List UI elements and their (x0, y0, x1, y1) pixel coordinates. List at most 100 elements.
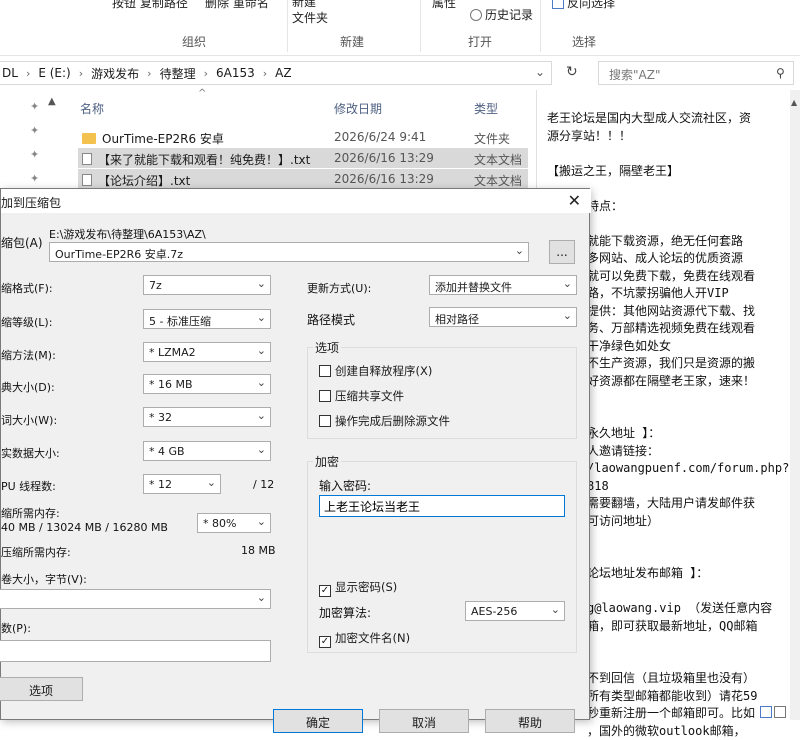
column-header-name[interactable]: 名称 (80, 100, 104, 117)
level-select[interactable]: 5 - 标准压缩⌄ (143, 309, 271, 329)
dict-value: * 16 MB (149, 378, 193, 391)
breadcrumb-pending[interactable]: 待整理 (160, 65, 196, 82)
file-name: OurTime-EP2R6 安卓 (102, 132, 224, 146)
file-name: 【来了就能下载和观看！纯免费！】.txt (98, 153, 310, 167)
refresh-icon[interactable]: ↻ (566, 64, 578, 80)
delete-after-checkbox[interactable]: 操作完成后删除源文件 (319, 413, 450, 429)
ribbon-divider (420, 0, 421, 52)
preview-line: 提供：其他网站资源代下载、找 (587, 303, 755, 321)
checkbox-unchecked-icon (319, 365, 331, 377)
password-input[interactable] (319, 495, 565, 517)
decomp-label: 压缩所需内存: (1, 544, 71, 560)
options-button[interactable]: 选项 (0, 677, 83, 701)
list-view-icon[interactable] (774, 706, 786, 718)
search-icon[interactable]: ⚲ (776, 66, 785, 80)
preview-line: 论坛地址发布邮箱 】： (587, 565, 708, 583)
address-bar[interactable]: DL› E (E:)› 游戏发布› 待整理› 6A153› AZ ⌄ (0, 61, 552, 85)
breadcrumb-az[interactable]: AZ (275, 66, 291, 80)
chevron-right-icon: › (147, 67, 151, 80)
preview-line: 多网站、成人论坛的优质资源 (587, 250, 743, 268)
file-row[interactable]: 【论坛介绍】.txt 2026/6/16 13:29 文本文档 (78, 169, 528, 189)
cpu-select[interactable]: * 12⌄ (143, 474, 221, 494)
chevron-down-icon[interactable]: ⌄ (515, 244, 524, 257)
file-date: 2026/6/16 13:29 (334, 151, 434, 165)
mem-label: 缩所需内存: (1, 505, 60, 521)
sort-up-icon: ^ (198, 88, 206, 99)
breadcrumb-games[interactable]: 游戏发布 (91, 65, 139, 82)
file-row[interactable]: OurTime-EP2R6 安卓 2026/6/24 9:41 文件夹 (78, 127, 528, 147)
method-value: * LZMA2 (149, 346, 196, 359)
chevron-down-icon[interactable]: ⌄ (535, 65, 545, 79)
encrypt-names-checkbox[interactable]: ✓加密文件名(N) (319, 630, 410, 648)
shared-checkbox[interactable]: 压缩共享文件 (319, 388, 404, 404)
preview-line: 就能下载资源，绝无任何套路 (587, 233, 743, 251)
preview-line: 务、万部精选视频免费在线观看 (587, 320, 755, 338)
ok-button[interactable]: 确定 (273, 709, 363, 733)
mem-pct-select[interactable]: * 80%⌄ (197, 513, 271, 533)
chevron-down-icon: ⌄ (257, 344, 266, 357)
shared-label: 压缩共享文件 (335, 389, 404, 403)
mem-pct-value: * 80% (203, 517, 236, 530)
file-date: 2026/6/24 9:41 (334, 130, 426, 144)
options-group-title: 选项 (313, 339, 341, 356)
word-label: 词大小(W): (1, 412, 57, 428)
chevron-down-icon: ⌄ (257, 409, 266, 422)
update-select[interactable]: 添加并替换文件⌄ (429, 275, 577, 295)
word-select[interactable]: * 32⌄ (143, 407, 271, 427)
chevron-down-icon: ⌄ (257, 277, 266, 290)
ribbon-delete-rename[interactable]: 删除 重命名 (205, 0, 269, 11)
details-view-icon[interactable] (760, 706, 772, 718)
column-header-type[interactable]: 类型 (474, 100, 498, 117)
method-select[interactable]: * LZMA2 ⌄ (143, 342, 271, 362)
volume-select[interactable]: ⌄ (0, 589, 271, 609)
chevron-right-icon: › (204, 67, 208, 80)
chevron-right-icon: › (79, 67, 83, 80)
breadcrumb-dl[interactable]: DL (2, 66, 18, 80)
preview-line: 所有类型邮箱都能收到）请花59 (587, 688, 757, 706)
folder-icon (82, 133, 96, 144)
file-name: 【论坛介绍】.txt (98, 174, 190, 188)
ribbon-invert-selection[interactable]: 反向选择 (552, 0, 615, 11)
archive-name-combo[interactable]: OurTime-EP2R6 安卓.7z ⌄ (49, 242, 529, 262)
ribbon-history[interactable]: 历史记录 (470, 6, 533, 23)
preview-scrollbar[interactable]: ▲ (790, 90, 800, 720)
file-list: ✦ ✦ ✦ ✦ ▲ ^ 名称 修改日期 类型 OurTime-EP2R6 安卓 … (0, 90, 536, 200)
scroll-up-icon[interactable]: ▲ (48, 96, 56, 107)
solid-label: 实数据大小: (1, 445, 60, 461)
search-input[interactable]: 搜索"AZ" (598, 61, 794, 85)
column-header-date[interactable]: 修改日期 (334, 100, 382, 117)
checkbox-unchecked-icon (319, 390, 331, 402)
ribbon-new-folder[interactable]: 新建 文件夹 (292, 0, 328, 26)
show-password-checkbox[interactable]: ✓显示密码(S) (319, 579, 397, 597)
view-toggle[interactable] (760, 706, 790, 720)
scroll-up-icon[interactable]: ▲ (791, 98, 797, 107)
cpu-value: * 12 (149, 478, 172, 491)
breadcrumb-drive[interactable]: E (E:) (38, 66, 70, 80)
ribbon-properties[interactable]: 属性 (432, 0, 456, 11)
format-select[interactable]: 7z⌄ (143, 275, 271, 295)
preview-line: 就可以免费下载，免费在线观看 (587, 268, 755, 286)
browse-button[interactable]: ... (549, 240, 575, 264)
preview-line: 不生产资源，我们只是资源的搬 (587, 355, 755, 373)
chevron-down-icon: ⌄ (257, 376, 266, 389)
show-password-label: 显示密码(S) (335, 580, 397, 594)
preview-line: ，国外的微软outlook邮箱， (587, 723, 746, 740)
close-icon[interactable]: ✕ (568, 191, 581, 210)
solid-select[interactable]: * 4 GB⌄ (143, 441, 271, 461)
cpu-total: / 12 (253, 478, 274, 491)
cancel-button[interactable]: 取消 (379, 709, 469, 733)
preview-line: 永久地址 】： (587, 425, 660, 443)
encryption-group-title: 加密 (313, 453, 341, 470)
ribbon-group-organize: 组织 (182, 33, 206, 50)
ribbon-copy-path[interactable]: 按钮 复制路径 (112, 0, 188, 11)
pathmode-select[interactable]: 相对路径⌄ (429, 307, 577, 327)
file-row[interactable]: 【来了就能下载和观看！纯免费！】.txt 2026/6/16 13:29 文本文… (78, 148, 528, 168)
dialog-title-bar[interactable]: 加到压缩包 ✕ (1, 189, 591, 213)
sfx-checkbox[interactable]: 创建自释放程序(X) (319, 363, 432, 379)
enc-method-select[interactable]: AES-256⌄ (465, 601, 565, 621)
breadcrumb-6a153[interactable]: 6A153 (216, 66, 255, 80)
params-input[interactable] (0, 640, 271, 662)
archive-label: 缩包(A) (1, 234, 43, 251)
dict-select[interactable]: * 16 MB ⌄ (143, 374, 271, 394)
help-button[interactable]: 帮助 (485, 709, 575, 733)
